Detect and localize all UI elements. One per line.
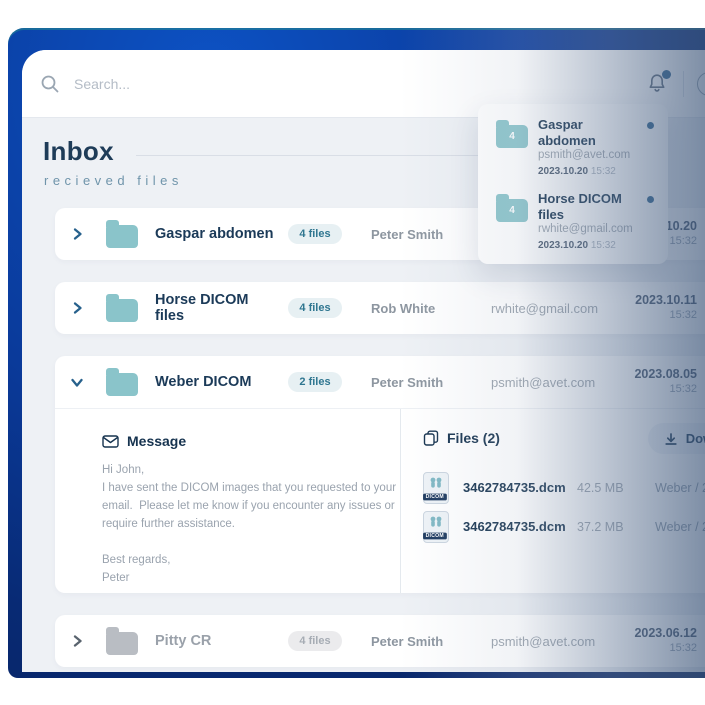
inbox-row-header[interactable]: Pitty CR 4 files Peter Smith psmith@avet…: [55, 615, 705, 667]
received-time: 15:32: [669, 641, 697, 654]
inbox-row-header[interactable]: Horse DICOM files 4 files Rob White rwhi…: [55, 282, 705, 334]
inbox-row: Pitty CR 4 files Peter Smith psmith@avet…: [55, 615, 705, 667]
unread-dot: [647, 195, 654, 203]
notification-file-count: 4: [509, 204, 515, 216]
inbox-row-header[interactable]: Weber DICOM 2 files Peter Smith psmith@a…: [55, 356, 705, 408]
file-list: DICOM 3462784735.dcm 42.5 MB Weber / 202…: [423, 468, 705, 546]
search-bar[interactable]: [40, 74, 646, 94]
dicom-label: DICOM: [423, 493, 447, 500]
file-name: 3462784735.dcm: [463, 480, 566, 495]
notification-folder-icon: 4: [496, 193, 528, 222]
download-button-label: Download: [685, 431, 705, 446]
sender-email: rwhite@gmail.com: [491, 300, 599, 316]
received-time: 15:32: [669, 308, 697, 321]
file-name: 3462784735.dcm: [463, 519, 566, 534]
user-avatar[interactable]: [697, 71, 705, 96]
page-title: Inbox: [43, 136, 114, 166]
search-input[interactable]: [72, 74, 372, 93]
inbox-row-expanded: Weber DICOM 2 files Peter Smith psmith@a…: [55, 356, 705, 593]
file-path: Weber / 2023: [655, 480, 705, 495]
file-count-badge: 2 files: [288, 372, 342, 392]
folder-name: Gaspar abdomen: [155, 226, 274, 242]
chevron-down-icon[interactable]: [55, 376, 99, 389]
dicom-label: DICOM: [423, 532, 447, 539]
file-row[interactable]: DICOM 3462784735.dcm 37.2 MB Weber / 202…: [423, 507, 705, 546]
search-icon: [40, 74, 60, 94]
expanded-detail: Message Hi John, I have sent the DICOM i…: [55, 408, 705, 593]
received-time: 15:32: [669, 382, 697, 395]
file-size: 42.5 MB: [577, 480, 624, 495]
download-icon: [664, 432, 678, 446]
notification-email: psmith@avet.com: [538, 149, 631, 162]
notification-date: 2023.10.20: [538, 239, 589, 251]
file-path: Weber / 2023: [655, 519, 705, 534]
download-button[interactable]: Download: [647, 423, 705, 454]
inbox-row: Horse DICOM files 4 files Rob White rwhi…: [55, 282, 705, 334]
copy-files-icon: [423, 430, 439, 446]
file-count-badge: 4 files: [288, 298, 342, 318]
notification-date: 2023.10.20: [538, 165, 589, 177]
folder-icon: [106, 626, 138, 655]
file-row[interactable]: DICOM 3462784735.dcm 42.5 MB Weber / 202…: [423, 468, 705, 507]
chevron-right-icon[interactable]: [55, 634, 99, 648]
notifications-popup: 4 Gaspar abdomen psmith@avet.com 2023.10…: [478, 104, 668, 264]
received-date: 2023.08.05: [634, 367, 697, 382]
files-section: Files (2) Download: [401, 409, 705, 593]
folder-icon: [106, 219, 138, 248]
envelope-icon: [102, 434, 119, 448]
notification-file-count: 4: [509, 131, 515, 142]
folder-name: Horse DICOM files: [155, 292, 249, 324]
received-date: 2023.10.11: [635, 293, 697, 308]
dicom-file-icon: DICOM: [423, 471, 449, 504]
notification-item[interactable]: 4 Horse DICOM files rwhite@gmail.com 202…: [492, 191, 654, 252]
folder-icon: [106, 367, 138, 396]
sender-name: Peter Smith: [371, 374, 444, 390]
notification-email: rwhite@gmail.com: [538, 223, 633, 236]
notification-folder-icon: 4: [496, 120, 528, 148]
topbar-divider: [683, 70, 684, 97]
file-size: 37.2 MB: [577, 519, 624, 534]
sender-name: Peter Smith: [371, 633, 444, 649]
unread-dot: [647, 122, 654, 129]
sender-name: Rob White: [371, 300, 436, 316]
sender-email: psmith@avet.com: [491, 374, 596, 390]
file-count-badge: 4 files: [288, 631, 342, 651]
files-title: Files (2): [447, 430, 500, 446]
file-count-badge: 4 files: [288, 224, 342, 244]
message-section: Message Hi John, I have sent the DICOM i…: [55, 409, 401, 593]
folder-icon: [106, 293, 138, 322]
notification-item[interactable]: 4 Gaspar abdomen psmith@avet.com 2023.10…: [492, 117, 654, 178]
folder-name: Pitty CR: [155, 633, 212, 649]
inbox-list: Gaspar abdomen 4 files Peter Smith psmit…: [22, 208, 705, 667]
notification-badge-dot: [662, 69, 671, 79]
message-body: Hi John, I have sent the DICOM images th…: [102, 464, 397, 584]
notification-title: Gaspar abdomen: [538, 117, 596, 148]
message-title: Message: [127, 433, 187, 449]
received-date: 2023.06.12: [634, 626, 697, 641]
notification-bell-icon[interactable]: [646, 69, 671, 96]
chevron-right-icon[interactable]: [55, 227, 99, 241]
sender-name: Peter Smith: [371, 226, 444, 242]
notification-time: 15:32: [590, 239, 616, 251]
sender-email: psmith@avet.com: [491, 633, 596, 649]
chevron-right-icon[interactable]: [55, 301, 99, 315]
notification-time: 15:32: [590, 165, 616, 177]
folder-name: Weber DICOM: [155, 374, 252, 390]
dicom-file-icon: DICOM: [423, 510, 449, 543]
notification-title: Horse DICOM files: [538, 190, 622, 222]
heading-rule: [135, 154, 488, 157]
